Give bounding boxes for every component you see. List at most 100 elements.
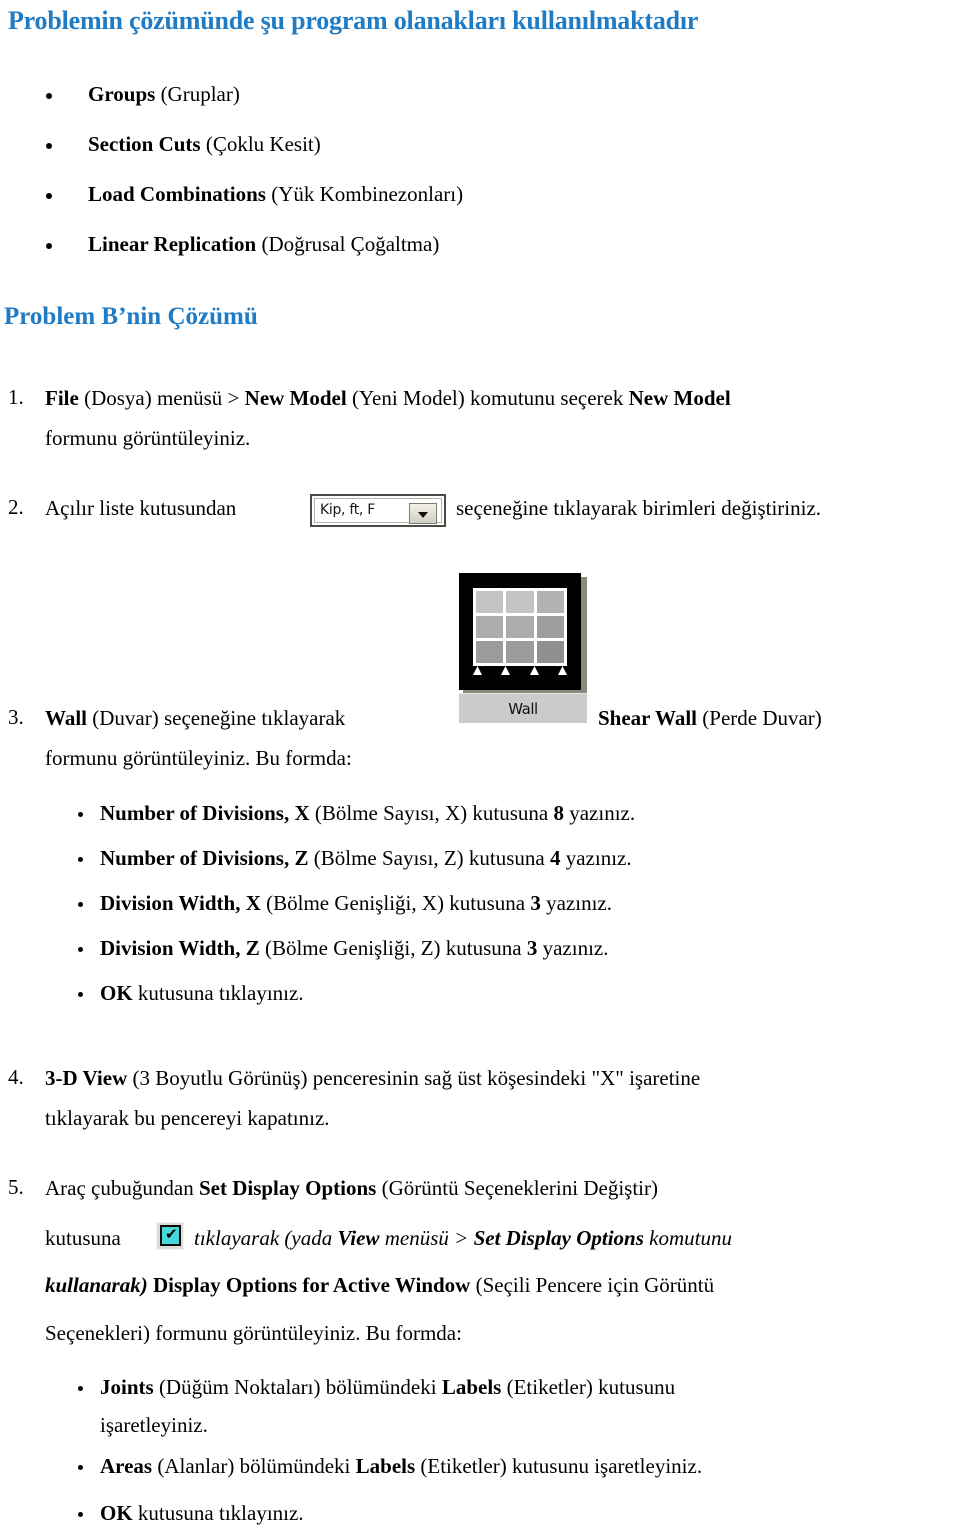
list-item: Joints (Düğüm Noktaları) bölümündeki Lab…: [100, 1374, 675, 1400]
field-label: Division Width, X: [100, 891, 261, 915]
step-3-line-1-after: Shear Wall (Perde Duvar): [598, 705, 822, 731]
list-item: Linear Replication (Doğrusal Çoğaltma): [88, 231, 439, 257]
step-5-text-a: Araç çubuğundan: [45, 1176, 199, 1200]
step-4-text-b: (3 Boyutlu Görünüş) penceresinin sağ üst…: [127, 1066, 701, 1090]
wall-button-label: Wall: [459, 693, 587, 723]
bullet-marker: [78, 1465, 83, 1470]
step-1-text-d: (Yeni Model) komutunu seçerek: [346, 386, 629, 410]
feature-name: Load Combinations: [88, 182, 266, 206]
field-tail: yazınız.: [560, 846, 632, 870]
field-tail: (Etiketler) kutusunu: [501, 1375, 676, 1399]
form-shear-wall: Shear Wall: [598, 706, 698, 730]
wall-panel: [476, 616, 504, 638]
wall-grid-panels: [473, 588, 567, 666]
step-5-text-c: (Görüntü Seçeneklerini Değiştir): [376, 1176, 658, 1200]
units-dropdown-value: Kip, ft, F: [320, 502, 375, 518]
step-1-text-b: (Dosya) menüsü >: [78, 386, 245, 410]
bullet-marker: [78, 902, 83, 907]
field-tail: (Etiketler) kutusunu işaretleyiniz.: [415, 1454, 703, 1478]
field-label: Division Width, Z: [100, 936, 260, 960]
units-dropdown[interactable]: Kip, ft, F: [310, 494, 446, 527]
bullet-marker: [78, 947, 83, 952]
wall-panel: [536, 591, 564, 613]
step-3-line-2: formunu görüntüleyiniz. Bu formda:: [45, 746, 352, 770]
page-title: Problemin çözümünde şu program olanaklar…: [8, 6, 699, 35]
step-5-line-4: Seçenekleri) formunu görüntüleyiniz. Bu …: [45, 1321, 462, 1345]
wall-supports: [473, 666, 567, 676]
field-text: (Bölme Genişliği, X) kutusuna: [260, 891, 531, 915]
checkbox-checked-icon: ✔: [160, 1225, 181, 1246]
field-label: Number of Divisions, X: [100, 801, 310, 825]
chevron-down-icon[interactable]: [409, 503, 437, 524]
bullet-marker: [46, 93, 52, 99]
wall-panel: [506, 591, 534, 613]
bullet-marker: [46, 243, 52, 249]
step-5-text-kullanarak: kullanarak): [45, 1273, 148, 1297]
step-5-text-d: menüsü >: [379, 1226, 474, 1250]
field-text: (Bölme Genişliği, Z) kutusuna: [259, 936, 527, 960]
wall-panel: [536, 616, 564, 638]
support-icon: [530, 666, 539, 675]
list-item-continuation: işaretleyiniz.: [100, 1413, 208, 1437]
check-glyph: ✔: [165, 1225, 178, 1243]
wall-panel: [476, 591, 504, 613]
wall-grid-icon: [459, 573, 581, 690]
step-2-text-after: seçeneğine tıklayarak birimleri değiştir…: [456, 496, 822, 520]
step-number-3: 3.: [8, 705, 24, 729]
set-display-options-toolbar-button[interactable]: ✔: [156, 1222, 184, 1250]
units-dropdown-field[interactable]: Kip, ft, F: [314, 498, 442, 524]
list-item: OK kutusuna tıklayınız.: [100, 1500, 304, 1526]
step-1-line-2: formunu görüntüleyiniz.: [45, 426, 251, 450]
list-item: OK kutusuna tıklayınız.: [100, 980, 304, 1006]
form-display-options-active-window: Display Options for Active Window: [147, 1273, 471, 1297]
wall-panel: [506, 641, 534, 663]
step-4-line-2: tıklayarak bu pencereyi kapatınız.: [45, 1106, 330, 1130]
bullet-marker: [78, 1512, 83, 1517]
bullet-marker: [78, 812, 83, 817]
list-item: Number of Divisions, Z (Bölme Sayısı, Z)…: [100, 845, 632, 871]
bullet-marker: [46, 193, 52, 199]
step-number-5: 5.: [8, 1175, 24, 1199]
wall-toolbar-button[interactable]: Wall: [459, 573, 587, 723]
wall-panel: [506, 616, 534, 638]
field-value: 8: [553, 801, 564, 825]
bullet-marker: [78, 857, 83, 862]
ok-button-label: OK: [100, 1501, 133, 1525]
list-item: Division Width, X (Bölme Genişliği, X) k…: [100, 890, 612, 916]
wall-panel: [536, 641, 564, 663]
menu-new-model: New Model: [244, 386, 347, 410]
checkbox-labels: Labels: [355, 1454, 416, 1478]
field-text: (Alanlar) bölümündeki: [152, 1454, 356, 1478]
support-icon: [473, 666, 482, 675]
step-5-text-f: komutunu: [643, 1226, 732, 1250]
step-5-line-1: Araç çubuğundan Set Display Options (Gör…: [45, 1175, 658, 1201]
support-icon: [501, 666, 510, 675]
feature-name: Section Cuts: [88, 132, 201, 156]
step-number-1: 1.: [8, 385, 24, 409]
feature-translation: (Çoklu Kesit): [200, 132, 321, 156]
feature-translation: (Gruplar): [155, 82, 240, 106]
field-text: kutusuna tıklayınız.: [132, 1501, 304, 1525]
step-3-text-d: (Perde Duvar): [697, 706, 822, 730]
step-1-line-1: File (Dosya) menüsü > New Model (Yeni Mo…: [45, 385, 731, 411]
checkbox-labels: Labels: [441, 1375, 502, 1399]
feature-translation: (Yük Kombinezonları): [265, 182, 464, 206]
chevron-down-glyph: [418, 511, 428, 518]
field-value: 4: [549, 846, 561, 870]
section-areas: Areas: [100, 1454, 153, 1478]
menu-file: File: [45, 386, 79, 410]
bullet-marker: [46, 143, 52, 149]
step-3-text-b: (Duvar) seçeneğine tıklayarak: [87, 706, 346, 730]
field-tail: yazınız.: [540, 891, 612, 915]
list-item: Number of Divisions, X (Bölme Sayısı, X)…: [100, 800, 635, 826]
list-item: Division Width, Z (Bölme Genişliği, Z) k…: [100, 935, 609, 961]
list-item: Groups (Gruplar): [88, 81, 240, 107]
feature-name: Linear Replication: [88, 232, 257, 256]
field-text: kutusuna tıklayınız.: [132, 981, 304, 1005]
step-3-line-1-before: Wall (Duvar) seçeneğine tıklayarak: [45, 705, 345, 731]
feature-translation: (Doğrusal Çoğaltma): [256, 232, 440, 256]
step-2-text-before: Açılır liste kutusundan: [45, 496, 237, 520]
menu-view: View: [337, 1226, 380, 1250]
support-icon: [558, 666, 567, 675]
step-5-line-2-after: tıklayarak (yada View menüsü > Set Displ…: [194, 1225, 732, 1251]
